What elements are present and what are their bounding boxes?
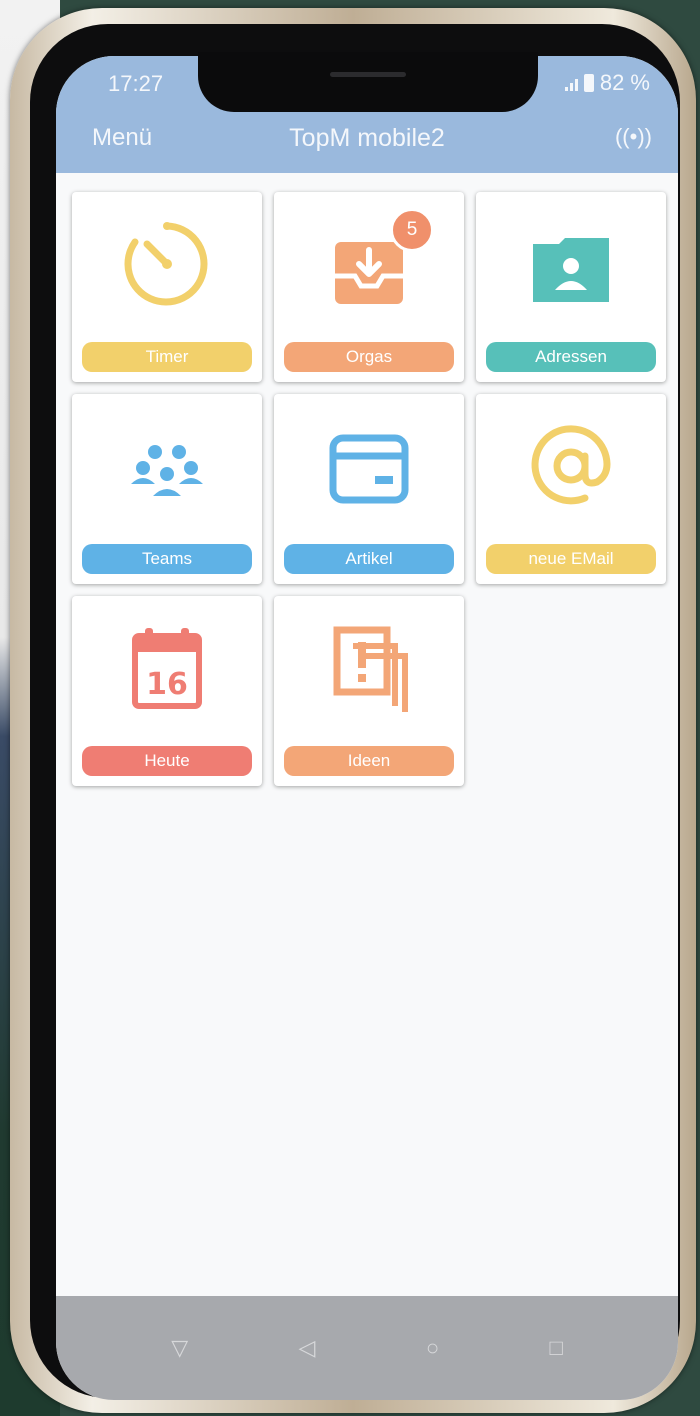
status-time: 17:27 bbox=[108, 71, 164, 96]
home-icon[interactable]: ○ bbox=[426, 1335, 439, 1361]
tile-artikel[interactable]: Artikel bbox=[274, 394, 464, 584]
back-icon[interactable]: ◁ bbox=[299, 1335, 316, 1361]
tile-label: Heute bbox=[82, 746, 252, 776]
tile-orgas[interactable]: 5 Orgas bbox=[274, 192, 464, 382]
speaker bbox=[330, 72, 406, 77]
tile-label: neue EMail bbox=[486, 544, 656, 574]
battery-percent: 82 % bbox=[599, 70, 650, 95]
camera-notch bbox=[198, 52, 538, 112]
android-nav-bar: ▽ ◁ ○ □ bbox=[56, 1296, 678, 1400]
calendar-date: 16 bbox=[146, 667, 188, 702]
broadcast-icon[interactable]: ((•)) bbox=[615, 124, 652, 150]
stopwatch-icon bbox=[124, 222, 208, 306]
tile-label: Orgas bbox=[284, 342, 454, 372]
at-icon bbox=[531, 425, 611, 505]
tile-ideen[interactable]: Ideen bbox=[274, 596, 464, 786]
tile-neue-email[interactable]: neue EMail bbox=[476, 394, 666, 584]
calendar-icon: 16 bbox=[132, 628, 202, 709]
contact-folder-icon bbox=[533, 238, 609, 302]
box-icon bbox=[329, 434, 409, 504]
tile-label: Timer bbox=[82, 342, 252, 372]
tile-label: Artikel bbox=[284, 544, 454, 574]
signal-icon bbox=[564, 75, 578, 91]
app-title: TopM mobile2 bbox=[289, 124, 445, 152]
tile-label: Ideen bbox=[284, 746, 454, 776]
phone-frame: 17:27 82 % Menü TopM mobile2 ((•)) Timer bbox=[10, 8, 696, 1413]
status-indicators: 82 % bbox=[564, 70, 650, 96]
team-people-icon bbox=[131, 445, 203, 496]
app-screen: 17:27 82 % Menü TopM mobile2 ((•)) Timer bbox=[56, 56, 678, 1400]
ideas-icon bbox=[333, 626, 408, 712]
tile-label: Adressen bbox=[486, 342, 656, 372]
notification-badge: 5 bbox=[390, 208, 434, 252]
tile-timer[interactable]: Timer bbox=[72, 192, 262, 382]
tile-heute[interactable]: 16 Heute bbox=[72, 596, 262, 786]
tile-label: Teams bbox=[82, 544, 252, 574]
recent-apps-icon[interactable]: □ bbox=[550, 1335, 563, 1361]
tile-teams[interactable]: Teams bbox=[72, 394, 262, 584]
battery-icon bbox=[583, 74, 594, 92]
hide-keyboard-icon[interactable]: ▽ bbox=[171, 1335, 188, 1361]
tile-adressen[interactable]: Adressen bbox=[476, 192, 666, 382]
